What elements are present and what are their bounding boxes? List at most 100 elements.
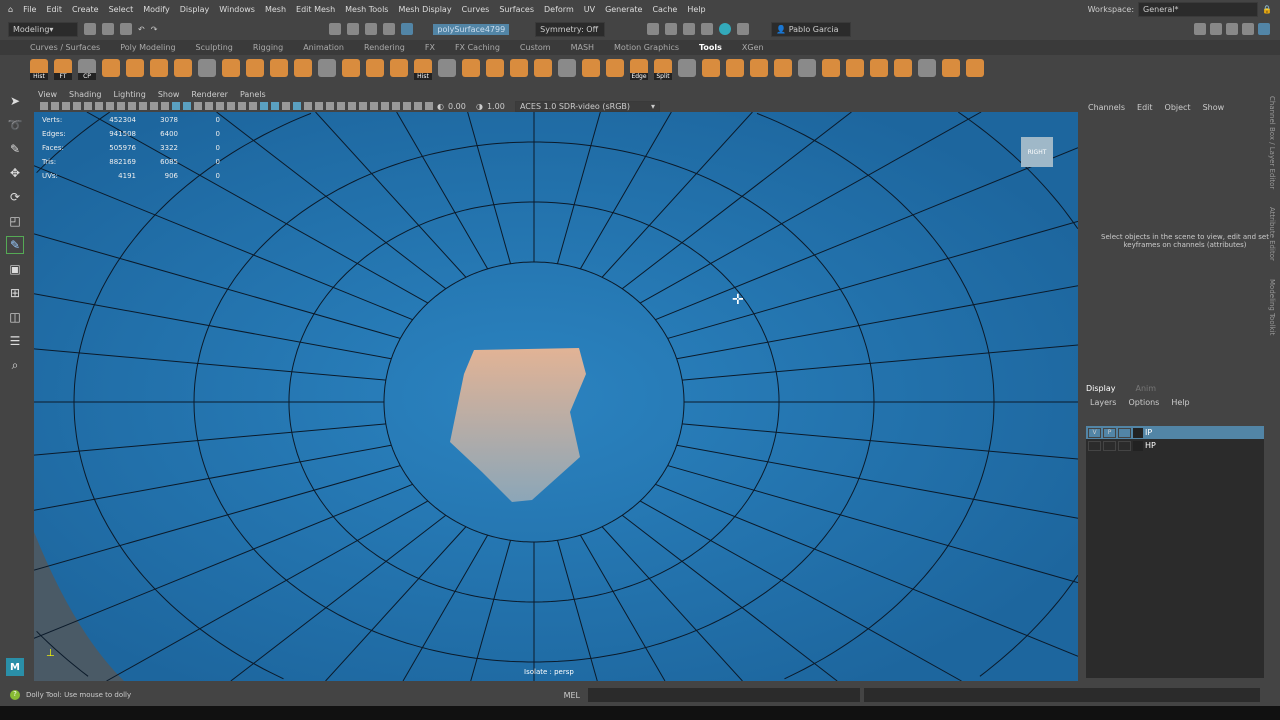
viewport-tool-icon[interactable] [425, 102, 433, 110]
snap-icon[interactable] [365, 23, 378, 35]
channel-menu-show[interactable]: Show [1203, 103, 1225, 112]
viewport-tool-icon[interactable] [73, 102, 81, 110]
save-scene-icon[interactable] [120, 23, 132, 35]
side-tab[interactable]: Channel Box / Layer Editor [1268, 96, 1276, 189]
viewport-tool-icon[interactable] [106, 102, 114, 110]
viewport-tool-icon[interactable] [282, 102, 290, 110]
shelf-tool-icon[interactable] [774, 59, 792, 77]
redo-icon[interactable]: ↷ [151, 25, 158, 34]
shelf-tool-icon[interactable]: Hist [414, 59, 432, 80]
layout-two-icon[interactable]: ◫ [6, 308, 24, 326]
viewport-tool-icon[interactable] [117, 102, 125, 110]
shelf-tool-icon[interactable] [702, 59, 720, 77]
sculpt-tool-icon[interactable]: ✎ [6, 236, 24, 254]
viewport-tool-icon[interactable] [304, 102, 312, 110]
shelf-tool-icon[interactable] [270, 59, 288, 77]
lock-icon[interactable]: 🔒 [1262, 5, 1272, 14]
shelf-tool-icon[interactable] [726, 59, 744, 77]
user-dropdown[interactable]: 👤 Pablo Garcia [771, 21, 852, 37]
viewport-tool-icon[interactable] [150, 102, 158, 110]
layer-color-swatch[interactable] [1133, 440, 1143, 451]
shelf-tab-rigging[interactable]: Rigging [253, 43, 283, 52]
shelf-tab-motion-graphics[interactable]: Motion Graphics [614, 43, 679, 52]
new-scene-icon[interactable] [84, 23, 96, 35]
shelf-tool-icon[interactable] [678, 59, 696, 77]
viewport-menu-lighting[interactable]: Lighting [113, 90, 145, 99]
channel-box-icon[interactable] [1258, 23, 1270, 35]
channel-menu-object[interactable]: Object [1165, 103, 1191, 112]
mode-dropdown[interactable]: Modeling ▾ [8, 21, 78, 37]
layer-menu-options[interactable]: Options [1128, 398, 1159, 407]
shelf-tool-icon[interactable]: Hist [30, 59, 48, 80]
layer-tab-anim[interactable]: Anim [1136, 384, 1157, 396]
layer-color-swatch[interactable] [1133, 427, 1143, 438]
scale-tool-icon[interactable]: ◰ [6, 212, 24, 230]
move-tool-icon[interactable]: ✥ [6, 164, 24, 182]
viewport-tool-icon[interactable] [183, 102, 191, 110]
paint-select-icon[interactable]: ✎ [6, 140, 24, 158]
menu-mesh[interactable]: Mesh [265, 5, 286, 14]
layout-single-icon[interactable]: ▣ [6, 260, 24, 278]
viewport-tool-icon[interactable] [161, 102, 169, 110]
viewport-tool-icon[interactable] [260, 102, 268, 110]
viewport-menu-show[interactable]: Show [158, 90, 180, 99]
shelf-tool-icon[interactable] [870, 59, 888, 77]
display-type-toggle[interactable] [1118, 440, 1131, 451]
side-tab[interactable]: Modeling Toolkit [1268, 279, 1276, 335]
viewport-tool-icon[interactable] [62, 102, 70, 110]
script-language[interactable]: MEL [564, 691, 580, 700]
outliner-icon[interactable]: ☰ [6, 332, 24, 350]
layout-four-icon[interactable]: ⊞ [6, 284, 24, 302]
viewport-tool-icon[interactable] [370, 102, 378, 110]
home-icon[interactable]: ⌂ [8, 5, 13, 14]
viewport-tool-icon[interactable] [337, 102, 345, 110]
viewport-tool-icon[interactable] [315, 102, 323, 110]
viewport-tool-icon[interactable] [128, 102, 136, 110]
shelf-tool-icon[interactable] [222, 59, 240, 77]
shelf-tool-icon[interactable] [942, 59, 960, 77]
shelf-tab-sculpting[interactable]: Sculpting [196, 43, 233, 52]
shelf-tab-tools[interactable]: Tools [699, 43, 722, 52]
shelf-tool-icon[interactable] [318, 59, 336, 77]
shelf-tab-xgen[interactable]: XGen [742, 43, 764, 52]
modeling-toolkit-icon[interactable] [1194, 23, 1206, 35]
menu-generate[interactable]: Generate [605, 5, 642, 14]
shelf-tool-icon[interactable] [966, 59, 984, 77]
menu-windows[interactable]: Windows [219, 5, 255, 14]
shelf-tool-icon[interactable]: CP [78, 59, 96, 80]
symmetry-dropdown[interactable]: Symmetry: Off [535, 21, 606, 37]
viewport-tool-icon[interactable] [227, 102, 235, 110]
shelf-tool-icon[interactable] [246, 59, 264, 77]
menu-cache[interactable]: Cache [652, 5, 677, 14]
color-space-dropdown[interactable]: ACES 1.0 SDR-video (sRGB) ▾ [514, 100, 660, 112]
viewport-tool-icon[interactable] [216, 102, 224, 110]
workspace-dropdown[interactable]: General* [1138, 2, 1259, 17]
playback-toggle[interactable] [1103, 440, 1116, 451]
shelf-tool-icon[interactable] [918, 59, 936, 77]
menu-mesh-display[interactable]: Mesh Display [398, 5, 451, 14]
character-icon[interactable] [1210, 23, 1222, 35]
snap-icon[interactable] [347, 23, 360, 35]
lasso-tool-icon[interactable]: ➰ [6, 116, 24, 134]
snap-icon[interactable] [383, 23, 396, 35]
shelf-tool-icon[interactable] [894, 59, 912, 77]
viewport-tool-icon[interactable] [194, 102, 202, 110]
ipr-icon[interactable] [683, 23, 696, 35]
shelf-tool-icon[interactable] [198, 59, 216, 77]
menu-curves[interactable]: Curves [462, 5, 490, 14]
shelf-tool-icon[interactable] [486, 59, 504, 77]
shelf-tab-rendering[interactable]: Rendering [364, 43, 405, 52]
shelf-tab-fx[interactable]: FX [425, 43, 435, 52]
shelf-tool-icon[interactable]: Edge [630, 59, 648, 80]
layer-row[interactable]: HP [1086, 439, 1264, 452]
menu-edit-mesh[interactable]: Edit Mesh [296, 5, 335, 14]
search-icon[interactable]: ⌕ [6, 356, 24, 374]
viewport-tool-icon[interactable] [139, 102, 147, 110]
attribute-editor-icon[interactable] [1226, 23, 1238, 35]
viewport-tool-icon[interactable] [392, 102, 400, 110]
shelf-tab-animation[interactable]: Animation [303, 43, 344, 52]
select-tool-icon[interactable]: ➤ [6, 92, 24, 110]
viewport-tool-icon[interactable] [84, 102, 92, 110]
viewport-tool-icon[interactable] [414, 102, 422, 110]
shelf-tool-icon[interactable] [102, 59, 120, 77]
